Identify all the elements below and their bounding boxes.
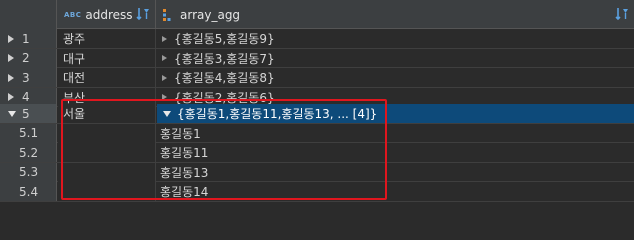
result-grid: ABC address array_agg 1 광주 {홍길동5,홍길동9} 2… bbox=[0, 0, 634, 203]
array-item-cell[interactable]: 홍길동11 bbox=[157, 143, 634, 162]
address-cell[interactable]: 대구 bbox=[58, 48, 156, 68]
row-number[interactable]: 5.2 bbox=[0, 143, 57, 162]
column-header-array-agg[interactable]: array_agg bbox=[157, 0, 634, 29]
array-agg-cell[interactable]: {홍길동3,홍길동7} bbox=[157, 49, 634, 68]
array-item-row[interactable]: 5.3 홍길동13 bbox=[0, 162, 634, 182]
expand-array-icon[interactable] bbox=[162, 94, 167, 100]
array-item-cell[interactable]: 홍길동1 bbox=[157, 124, 634, 143]
table-row[interactable]: 1 광주 {홍길동5,홍길동9} bbox=[0, 29, 634, 49]
table-row-selected[interactable]: 5 서울 {홍길동1,홍길동11,홍길동13, ... [4]} bbox=[0, 104, 634, 124]
empty-cell bbox=[58, 182, 156, 201]
text-type-icon: ABC bbox=[64, 10, 82, 19]
array-agg-cell[interactable]: {홍길동5,홍길동9} bbox=[157, 29, 634, 48]
grid-header: ABC address array_agg bbox=[0, 0, 634, 29]
collapse-array-icon[interactable] bbox=[163, 110, 171, 117]
expand-arrow-icon[interactable] bbox=[8, 93, 14, 101]
collapse-arrow-icon[interactable] bbox=[8, 110, 16, 117]
expand-array-icon[interactable] bbox=[162, 74, 167, 81]
row-number[interactable]: 5.1 bbox=[0, 123, 57, 143]
row-number[interactable]: 5.3 bbox=[0, 162, 57, 182]
column-header-address[interactable]: ABC address bbox=[58, 0, 156, 29]
array-item-cell[interactable]: 홍길동14 bbox=[157, 182, 634, 201]
row-number[interactable]: 5.4 bbox=[0, 182, 57, 201]
column-title: address bbox=[85, 7, 133, 22]
sort-filter-icon[interactable] bbox=[614, 6, 630, 22]
array-item-row[interactable]: 5.4 홍길동14 bbox=[0, 182, 634, 202]
expand-array-icon[interactable] bbox=[162, 35, 167, 42]
empty-cell bbox=[58, 162, 156, 182]
array-item-row[interactable]: 5.2 홍길동11 bbox=[0, 143, 634, 163]
sort-filter-icon[interactable] bbox=[135, 6, 151, 22]
address-cell[interactable]: 광주 bbox=[58, 29, 156, 48]
expand-array-icon[interactable] bbox=[162, 55, 167, 61]
table-row[interactable]: 2 대구 {홍길동3,홍길동7} bbox=[0, 48, 634, 68]
address-cell[interactable]: 대전 bbox=[58, 68, 156, 87]
array-agg-cell[interactable]: {홍길동4,홍길동8} bbox=[157, 68, 634, 87]
row-number[interactable]: 5 bbox=[0, 104, 57, 123]
array-type-icon bbox=[163, 8, 171, 21]
expand-arrow-icon[interactable] bbox=[8, 73, 14, 82]
expand-arrow-icon[interactable] bbox=[8, 34, 14, 43]
array-item-row[interactable]: 5.1 홍길동1 bbox=[0, 123, 634, 143]
array-item-cell[interactable]: 홍길동13 bbox=[157, 163, 634, 182]
row-number[interactable]: 1 bbox=[0, 29, 57, 48]
column-title: array_agg bbox=[180, 7, 241, 22]
empty-cell bbox=[58, 123, 156, 143]
empty-cell bbox=[58, 143, 156, 162]
row-number-header[interactable] bbox=[0, 0, 57, 29]
row-number[interactable]: 2 bbox=[0, 48, 57, 68]
address-cell[interactable]: 서울 bbox=[58, 104, 156, 123]
row-number[interactable]: 3 bbox=[0, 68, 57, 87]
table-row[interactable]: 3 대전 {홍길동4,홍길동8} bbox=[0, 68, 634, 88]
array-agg-cell[interactable]: {홍길동1,홍길동11,홍길동13, ... [4]} bbox=[157, 104, 634, 123]
expand-arrow-icon[interactable] bbox=[8, 54, 14, 62]
